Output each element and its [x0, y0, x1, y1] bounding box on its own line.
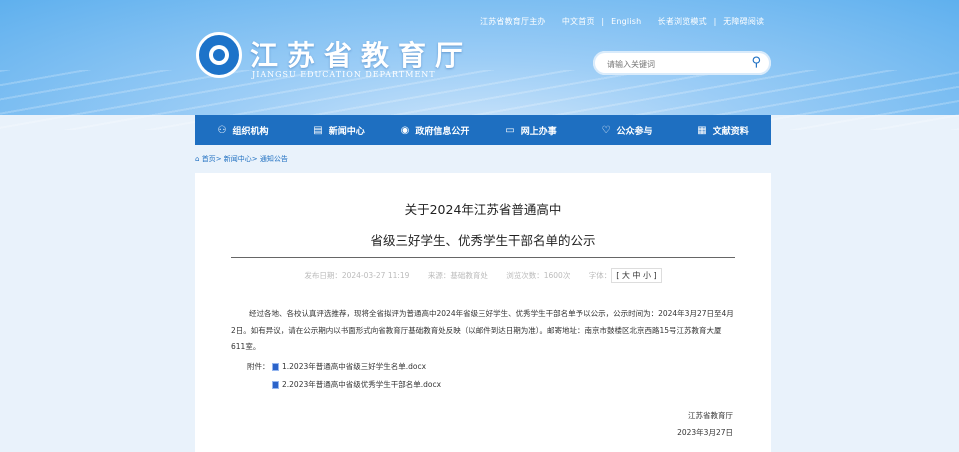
breadcrumb-notices[interactable]: 通知公告 [260, 155, 288, 163]
breadcrumb-separator: > [251, 155, 258, 163]
attachment-link-2[interactable]: 2.2023年普通高中省级优秀学生干部名单.docx [272, 379, 441, 390]
top-link-separator [648, 17, 651, 26]
top-link-english[interactable]: English [611, 17, 641, 26]
search-input[interactable] [605, 55, 739, 73]
article-body: 经过各地、各校认真评选推荐，现将全省拟评为普通高中2024年省级三好学生、优秀学… [231, 306, 735, 356]
signature-org: 江苏省教育厅 [688, 411, 733, 420]
publish-date: 发布日期：2024-03-27 11:19 [304, 271, 410, 280]
home-icon: ⌂ [195, 155, 200, 163]
top-link-elder-mode[interactable]: 长者浏览模式 [658, 17, 707, 26]
nav-item-label: 新闻中心 [328, 126, 365, 137]
site-title[interactable]: 江苏省教育厅 [250, 34, 472, 74]
article-meta: 发布日期：2024-03-27 11:19 来源：基础教育处 浏览次数：1600… [195, 268, 771, 283]
font-size-label: 字体： [588, 271, 612, 280]
view-count: 浏览次数：1600次 [506, 271, 571, 280]
nav-item-label: 网上办事 [520, 126, 557, 137]
article-source: 来源：基础教育处 [427, 271, 488, 280]
search-icon[interactable]: ⚲ [751, 55, 761, 70]
nav-item-gov-info[interactable]: ◉ 政府信息公开 [387, 115, 483, 145]
breadcrumb-news[interactable]: 新闻中心 [224, 155, 252, 163]
nav-item-label: 文献资料 [712, 126, 749, 137]
breadcrumb-separator: > [215, 155, 222, 163]
top-link-separator [552, 17, 555, 26]
article-title-line2: 省级三好学生、优秀学生干部名单的公示 [370, 233, 596, 248]
monitor-icon: ▭ [505, 124, 515, 136]
breadcrumb: ⌂ 首页> 新闻中心> 通知公告 [195, 154, 288, 164]
top-link-accessibility[interactable]: 无障碍阅读 [723, 17, 764, 26]
nav-item-news[interactable]: ▤ 新闻中心 [291, 115, 387, 145]
nav-item-public-participation[interactable]: ♡ 公众参与 [579, 115, 675, 145]
main-nav: ⚇ 组织机构 ▤ 新闻中心 ◉ 政府信息公开 ▭ 网上办事 ♡ 公众参与 ▦ 文… [195, 115, 771, 145]
search-box: ⚲ [593, 51, 771, 75]
title-divider [231, 257, 735, 258]
org-chart-icon: ⚇ [217, 124, 227, 136]
nav-item-label: 组织机构 [232, 126, 269, 137]
attachment-name: 1.2023年普通高中省级三好学生名单.docx [282, 362, 427, 371]
nav-item-label: 政府信息公开 [415, 126, 470, 137]
article-paragraph: 经过各地、各校认真评选推荐，现将全省拟评为普通高中2024年省级三好学生、优秀学… [231, 309, 734, 351]
docx-file-icon [272, 380, 279, 389]
attachment-link-1[interactable]: 1.2023年普通高中省级三好学生名单.docx [272, 361, 426, 372]
signature-date: 2023年3月27日 [677, 428, 733, 437]
site-logo-icon[interactable] [196, 32, 242, 78]
article-title-line1: 关于2024年江苏省普通高中 [404, 202, 562, 217]
news-icon: ▤ [313, 124, 323, 136]
attachments-label: 附件： [247, 362, 270, 371]
top-link-separator: | [601, 17, 605, 26]
top-link-sponsor: 江苏省教育厅主办 [480, 17, 546, 26]
top-links: 江苏省教育厅主办 中文首页 | English 长者浏览模式 | 无障碍阅读 [478, 16, 766, 27]
site-subtitle: JIANGSU EDUCATION DEPARTMENT [252, 70, 436, 79]
breadcrumb-home[interactable]: 首页 [202, 155, 216, 163]
top-link-separator: | [713, 17, 717, 26]
heart-icon: ♡ [601, 124, 611, 136]
docx-file-icon [272, 362, 279, 371]
nav-item-organization[interactable]: ⚇ 组织机构 [195, 115, 291, 145]
nav-item-documents[interactable]: ▦ 文献资料 [675, 115, 771, 145]
document-icon: ▦ [697, 124, 707, 136]
font-size-options[interactable]: [ 大 中 小 ] [611, 268, 662, 283]
top-link-chinese-home[interactable]: 中文首页 [562, 17, 595, 26]
font-size-selector: 字体：[ 大 中 小 ] [588, 268, 662, 283]
nav-item-label: 公众参与 [616, 126, 653, 137]
attachment-name: 2.2023年普通高中省级优秀学生干部名单.docx [282, 380, 442, 389]
info-icon: ◉ [400, 124, 410, 136]
article-panel: 关于2024年江苏省普通高中 省级三好学生、优秀学生干部名单的公示 发布日期：2… [195, 173, 771, 452]
nav-item-online-services[interactable]: ▭ 网上办事 [483, 115, 579, 145]
